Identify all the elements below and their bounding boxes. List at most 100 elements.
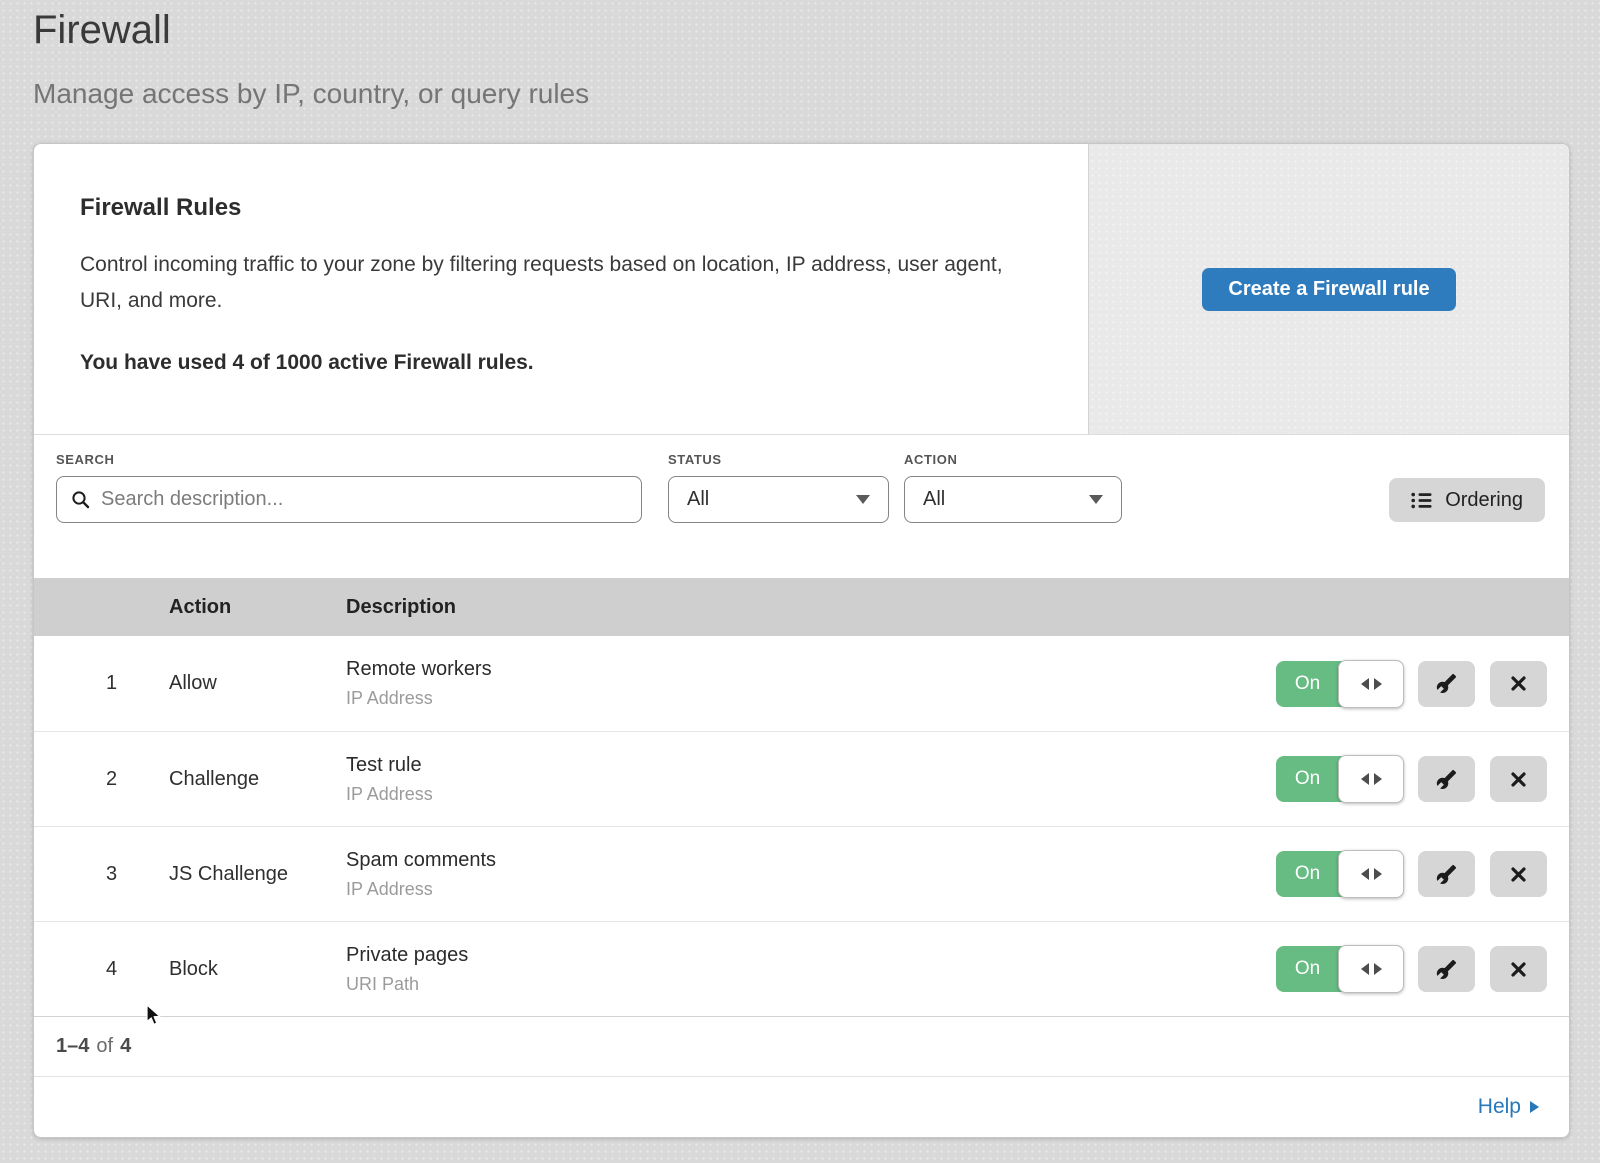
- edit-rule-button[interactable]: [1418, 851, 1475, 897]
- usage-summary: You have used 4 of 1000 active Firewall …: [80, 351, 1048, 375]
- rule-action: Allow: [169, 672, 346, 695]
- rule-controls: On: [1276, 946, 1569, 992]
- rule-controls: On: [1276, 661, 1569, 707]
- pagination: 1–4 of 4: [34, 1016, 1569, 1076]
- wrench-icon: [1436, 959, 1457, 980]
- overview-description: Control incoming traffic to your zone by…: [80, 247, 1030, 319]
- arrow-left-icon: [1361, 678, 1369, 690]
- delete-rule-button[interactable]: [1490, 661, 1547, 707]
- search-label: SEARCH: [56, 452, 642, 467]
- rule-number: 3: [34, 863, 169, 886]
- arrow-left-icon: [1361, 868, 1369, 880]
- edit-rule-button[interactable]: [1418, 946, 1475, 992]
- arrow-right-icon: [1374, 963, 1382, 975]
- status-select[interactable]: All: [668, 476, 889, 523]
- create-firewall-rule-button[interactable]: Create a Firewall rule: [1202, 268, 1455, 311]
- rule-description-cell: Spam comments IP Address: [346, 849, 1276, 900]
- close-icon: [1509, 865, 1528, 884]
- arrow-left-icon: [1361, 963, 1369, 975]
- delete-rule-button[interactable]: [1490, 851, 1547, 897]
- help-link[interactable]: Help: [1478, 1095, 1539, 1119]
- page-title: Firewall: [33, 8, 171, 53]
- edit-rule-button[interactable]: [1418, 756, 1475, 802]
- close-icon: [1509, 960, 1528, 979]
- chevron-down-icon: [856, 495, 870, 504]
- rule-description: Private pages: [346, 944, 1276, 967]
- close-icon: [1509, 770, 1528, 789]
- rule-match-type: IP Address: [346, 688, 1276, 709]
- status-label: STATUS: [668, 452, 889, 467]
- overview-text: Firewall Rules Control incoming traffic …: [34, 144, 1088, 434]
- rule-action: Challenge: [169, 768, 346, 791]
- search-input[interactable]: [56, 476, 642, 523]
- status-select-value: All: [687, 488, 709, 511]
- ordering-button[interactable]: Ordering: [1389, 478, 1545, 522]
- ordering-button-label: Ordering: [1445, 489, 1523, 512]
- rule-enabled-toggle[interactable]: On: [1276, 661, 1403, 707]
- arrow-right-icon: [1374, 678, 1382, 690]
- action-label: ACTION: [904, 452, 1122, 467]
- rule-row: 2 Challenge Test rule IP Address On: [34, 731, 1569, 826]
- arrow-left-icon: [1361, 773, 1369, 785]
- rule-match-type: IP Address: [346, 784, 1276, 805]
- arrow-right-icon: [1530, 1101, 1539, 1113]
- rule-number: 1: [34, 672, 169, 695]
- help-link-label: Help: [1478, 1095, 1521, 1119]
- overview-aside-panel: Create a Firewall rule: [1088, 144, 1569, 434]
- arrow-right-icon: [1374, 868, 1382, 880]
- rule-description-cell: Remote workers IP Address: [346, 658, 1276, 709]
- arrow-right-icon: [1374, 773, 1382, 785]
- overview-heading: Firewall Rules: [80, 194, 1048, 222]
- rule-description: Test rule: [346, 754, 1276, 777]
- wrench-icon: [1436, 864, 1457, 885]
- delete-rule-button[interactable]: [1490, 946, 1547, 992]
- rule-enabled-toggle[interactable]: On: [1276, 851, 1403, 897]
- chevron-down-icon: [1089, 495, 1103, 504]
- filters-bar: SEARCH STATUS All ACTION All: [34, 435, 1569, 578]
- delete-rule-button[interactable]: [1490, 756, 1547, 802]
- toggle-state-label: On: [1276, 851, 1339, 897]
- rule-action: Block: [169, 958, 346, 981]
- toggle-state-label: On: [1276, 946, 1339, 992]
- card-footer: Help: [34, 1076, 1569, 1137]
- edit-rule-button[interactable]: [1418, 661, 1475, 707]
- rule-row: 1 Allow Remote workers IP Address On: [34, 636, 1569, 731]
- rule-match-type: URI Path: [346, 974, 1276, 995]
- toggle-handle[interactable]: [1338, 755, 1404, 803]
- rule-enabled-toggle[interactable]: On: [1276, 756, 1403, 802]
- toggle-handle[interactable]: [1338, 660, 1404, 708]
- pagination-of: of: [96, 1035, 113, 1058]
- rule-match-type: IP Address: [346, 879, 1276, 900]
- rules-table-body: 1 Allow Remote workers IP Address On: [34, 636, 1569, 1016]
- ordered-list-icon: [1411, 491, 1433, 510]
- toggle-state-label: On: [1276, 756, 1339, 802]
- toggle-handle[interactable]: [1338, 850, 1404, 898]
- close-icon: [1509, 674, 1528, 693]
- firewall-rules-card: Firewall Rules Control incoming traffic …: [33, 143, 1570, 1138]
- rule-row: 4 Block Private pages URI Path On: [34, 921, 1569, 1016]
- rule-action: JS Challenge: [169, 863, 346, 886]
- toggle-handle[interactable]: [1338, 945, 1404, 993]
- page-subtitle: Manage access by IP, country, or query r…: [33, 78, 589, 110]
- wrench-icon: [1436, 673, 1457, 694]
- rule-description: Spam comments: [346, 849, 1276, 872]
- table-header-action: Action: [169, 596, 346, 619]
- action-select-value: All: [923, 488, 945, 511]
- pagination-total: 4: [120, 1035, 131, 1058]
- rule-description: Remote workers: [346, 658, 1276, 681]
- wrench-icon: [1436, 769, 1457, 790]
- pagination-range: 1–4: [56, 1035, 89, 1058]
- rule-controls: On: [1276, 851, 1569, 897]
- rule-controls: On: [1276, 756, 1569, 802]
- rule-number: 4: [34, 958, 169, 981]
- table-header-description: Description: [346, 596, 1569, 619]
- rule-row: 3 JS Challenge Spam comments IP Address …: [34, 826, 1569, 921]
- rule-enabled-toggle[interactable]: On: [1276, 946, 1403, 992]
- rule-number: 2: [34, 768, 169, 791]
- table-header-row: Action Description: [34, 578, 1569, 636]
- rule-description-cell: Test rule IP Address: [346, 754, 1276, 805]
- toggle-state-label: On: [1276, 661, 1339, 707]
- rule-description-cell: Private pages URI Path: [346, 944, 1276, 995]
- action-select[interactable]: All: [904, 476, 1122, 523]
- overview-section: Firewall Rules Control incoming traffic …: [34, 144, 1569, 435]
